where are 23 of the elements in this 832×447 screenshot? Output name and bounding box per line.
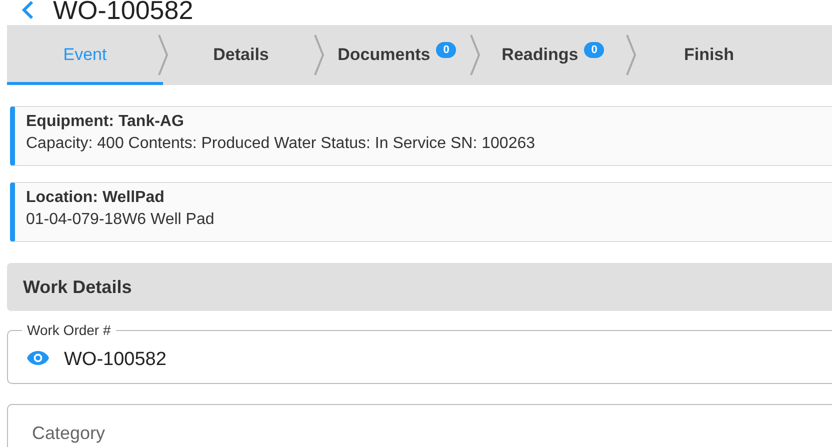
field-placeholder: Category — [31, 423, 106, 444]
step-tab[interactable]: Finish — [631, 25, 787, 85]
back-icon[interactable] — [21, 0, 35, 20]
work-order-field[interactable]: Work Order # WO-100582 — [7, 322, 832, 384]
chevron-icon — [313, 34, 325, 76]
page-title: WO-100582 — [53, 0, 194, 26]
chevron-icon — [469, 34, 481, 76]
card-detail: Capacity: 400 Contents: Produced Water Status: In Service SN: 100263 — [26, 135, 536, 153]
chevron-icon — [157, 34, 169, 76]
card-detail: 01-04-079-18W6 Well Pad — [26, 211, 216, 229]
eye-icon[interactable] — [26, 350, 50, 366]
category-field[interactable]: Category — [7, 404, 832, 447]
step-tab[interactable]: Details — [163, 25, 319, 85]
field-value: WO-100582 — [64, 349, 166, 371]
card-title: Location: WellPad — [26, 189, 166, 207]
step-tab[interactable]: Readings 0 — [475, 25, 631, 85]
chevron-icon — [625, 34, 637, 76]
section-header: Work Details — [7, 263, 832, 311]
count-badge: 0 — [436, 42, 456, 58]
card-title: Equipment: Tank-AG — [26, 113, 185, 131]
field-label: Work Order # — [26, 322, 112, 338]
count-badge: 0 — [584, 42, 604, 58]
step-tab[interactable]: Documents 0 — [319, 25, 475, 85]
